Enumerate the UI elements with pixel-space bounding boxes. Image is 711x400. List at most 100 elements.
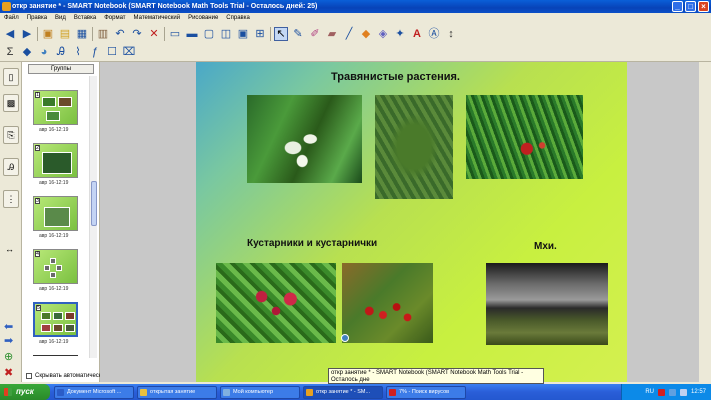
open-icon[interactable]: ▤ [58, 27, 72, 41]
menu-edit[interactable]: Правка [27, 13, 47, 24]
task-virus-scan[interactable]: 7% - Поиск вирусов [386, 385, 466, 399]
attachments-tab[interactable]: ⎘ [3, 126, 19, 144]
document-camera-icon[interactable]: ▣ [236, 27, 250, 41]
page-sorter-tab[interactable]: ▯ [3, 68, 19, 86]
line-icon[interactable]: ╱ [342, 27, 356, 41]
select-icon[interactable]: ↖ [274, 26, 288, 41]
fill-icon[interactable]: ◈ [376, 27, 390, 41]
system-tray: RU 12:57 [621, 384, 711, 400]
task-open-lesson-folder[interactable]: открытая занятие [137, 385, 217, 399]
capture-area-icon[interactable]: ◫ [219, 27, 233, 41]
nettle-photo[interactable] [375, 95, 453, 199]
menu-draw[interactable]: Рисование [188, 13, 218, 24]
title-moss[interactable]: Мхи. [534, 241, 557, 252]
sum-icon[interactable]: Σ [3, 45, 17, 59]
spell-icon[interactable]: ƒ [88, 45, 102, 59]
thumbnail-label: авр 16-12:19 [39, 127, 69, 133]
crop-icon[interactable]: ⌧ [122, 45, 136, 59]
gallery-tab[interactable]: ▩ [3, 94, 19, 112]
word-icon [57, 388, 64, 396]
redo-icon[interactable]: ↷ [130, 27, 144, 41]
task-label: откр занятие * - SM... [316, 388, 371, 395]
task-word-doc[interactable]: Документ Microsoft ... [54, 385, 134, 399]
resize-icon[interactable]: ↔ [5, 244, 14, 254]
start-label: пуск [16, 387, 34, 396]
lingonberry-photo[interactable] [342, 263, 433, 343]
task-smart-notebook[interactable]: откр занятие * - SM... [303, 385, 383, 399]
display-icon[interactable]: ▬ [185, 27, 199, 41]
start-button[interactable]: пуск [0, 384, 50, 400]
close-button[interactable]: × [698, 1, 709, 12]
slide-thumbnail[interactable]: 2 [33, 143, 78, 178]
creative-pen-icon[interactable]: ✐ [308, 27, 322, 41]
slide-canvas[interactable]: Травянистые растения. Кустарники и куста… [196, 62, 627, 382]
wild-strawberry-photo[interactable] [466, 95, 583, 179]
slide-thumbnail[interactable]: 3 [33, 196, 78, 231]
undo-icon[interactable]: ↶ [113, 27, 127, 41]
capture-icon[interactable]: ▢ [202, 27, 216, 41]
menu-view[interactable]: Вид [55, 13, 66, 24]
menu-help[interactable]: Справка [226, 13, 250, 24]
moss-photo[interactable] [486, 263, 608, 345]
title-grass[interactable]: Травянистые растения. [331, 71, 460, 83]
measure-icon[interactable]: ⌇ [71, 45, 85, 59]
3d-icon[interactable]: ◕ [37, 45, 51, 59]
link-icon[interactable] [341, 334, 349, 342]
clock[interactable]: 12:57 [691, 389, 706, 395]
raspberry-photo[interactable] [216, 263, 336, 343]
autohide-checkbox[interactable] [26, 373, 32, 379]
antivirus-tray-icon[interactable] [657, 388, 665, 396]
screen-shade-icon[interactable]: ▭ [168, 27, 182, 41]
computer-icon [223, 388, 230, 396]
title-shrubs[interactable]: Кустарники и кустарнички [247, 238, 377, 249]
paste-icon[interactable]: ▥ [96, 27, 110, 41]
secondary-toolbar: Σ ◆ ◕ Ꭿ ⌇ ƒ ☐ ⌧ [0, 43, 711, 62]
table-icon[interactable]: ⊞ [253, 27, 267, 41]
menu-format[interactable]: Формат [104, 13, 125, 24]
thumbnail-label: авр 16-12:19 [39, 286, 69, 292]
edit-icon[interactable]: ☐ [105, 45, 119, 59]
pen-icon[interactable]: ✎ [291, 27, 305, 41]
groups-button[interactable]: Группы [28, 64, 94, 74]
menu-insert[interactable]: Вставка [74, 13, 96, 24]
network-tray-icon[interactable] [668, 388, 676, 396]
task-my-computer[interactable]: Мой компьютер [220, 385, 300, 399]
lily-of-valley-photo[interactable] [247, 95, 362, 183]
slide-thumbnail[interactable]: 4 [33, 249, 78, 284]
shape-icon[interactable]: ◆ [359, 27, 373, 41]
graph-icon[interactable]: ◆ [20, 45, 34, 59]
save-icon[interactable]: ▦ [75, 27, 89, 41]
language-indicator[interactable]: RU [645, 389, 654, 395]
eraser-icon[interactable]: ▰ [325, 27, 339, 41]
properties-icon[interactable]: ✦ [393, 27, 407, 41]
menu-file[interactable]: Файл [4, 13, 19, 24]
scrollbar-thumb[interactable] [91, 181, 97, 226]
title-bar: откр занятие * - SMART Notebook (SMART N… [0, 0, 711, 13]
delete-page-icon[interactable]: ✖ [4, 366, 13, 379]
highlight-icon[interactable]: Ⓐ [427, 27, 441, 41]
task-label: открытая занятие [150, 388, 196, 395]
more-icon[interactable]: ↕ [444, 27, 458, 41]
menu-bar: Файл Правка Вид Вставка Формат Математич… [0, 13, 711, 24]
next-page-icon[interactable]: ➡ [4, 334, 13, 347]
main-toolbar: ◀ ▶ ▣ ▤ ▦ ▥ ↶ ↷ ✕ ▭ ▬ ▢ ◫ ▣ ⊞ ↖ ✎ ✐ ▰ ╱ … [0, 24, 711, 43]
volume-tray-icon[interactable] [679, 388, 687, 396]
autohide-option[interactable]: Скрывать автоматически [26, 373, 105, 379]
handwriting-icon[interactable]: Ꭿ [54, 45, 68, 59]
minimize-button[interactable]: _ [672, 1, 683, 12]
add-page-side-icon[interactable]: ⊕ [4, 350, 13, 363]
forward-icon[interactable]: ▶ [20, 27, 34, 41]
properties-tab[interactable]: Ꭿ [3, 158, 19, 176]
addons-tab[interactable]: ⋮ [3, 190, 19, 208]
sorter-scrollbar[interactable] [89, 76, 97, 358]
prev-page-icon[interactable]: ⬅ [4, 320, 13, 333]
back-icon[interactable]: ◀ [3, 27, 17, 41]
maximize-button[interactable]: □ [685, 1, 696, 12]
add-page-icon[interactable]: ▣ [41, 27, 55, 41]
menu-math[interactable]: Математический [134, 13, 181, 24]
slide-thumbnail[interactable]: 1 [33, 90, 78, 125]
text-icon[interactable]: A [410, 27, 424, 41]
canvas-scrollbar[interactable] [699, 62, 711, 382]
delete-icon[interactable]: ✕ [147, 27, 161, 41]
slide-thumbnail-active[interactable]: 5 [33, 302, 78, 337]
